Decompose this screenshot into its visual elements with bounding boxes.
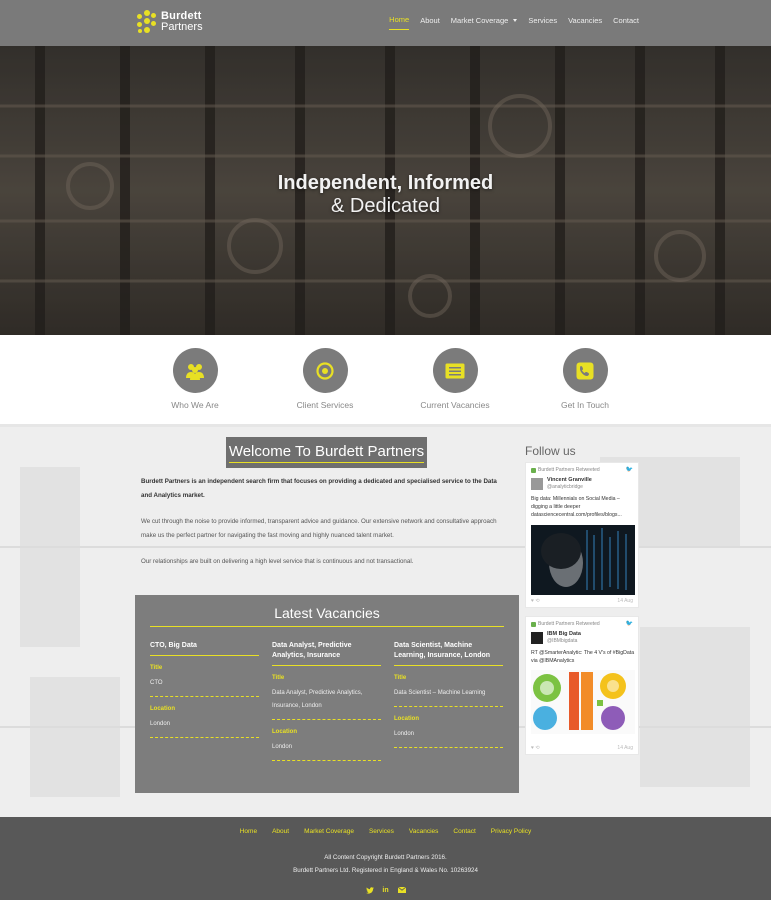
phone-icon: [576, 362, 594, 379]
footer-link-market-coverage[interactable]: Market Coverage: [304, 828, 354, 835]
welcome-title: Welcome To Burdett Partners: [228, 443, 425, 463]
tweet-text: Big data: Millennials on Social Media – …: [531, 496, 622, 518]
vacancy-card[interactable]: CTO, Big Data Title CTO Location London: [150, 641, 259, 738]
copyright-text: All Content Copyright Burdett Partners 2…: [324, 854, 447, 861]
feature-label: Current Vacancies: [420, 400, 490, 410]
nav-vacancies[interactable]: Vacancies: [568, 15, 602, 30]
vacancy-location-value: London: [394, 728, 503, 748]
site-header: Burdett Partners Home About Market Cover…: [0, 0, 771, 46]
footer-copyright: All Content Copyright Burdett Partners 2…: [0, 851, 771, 877]
linkedin-icon[interactable]: in: [382, 886, 390, 894]
tweet-date[interactable]: 14 Aug: [617, 745, 633, 751]
tweet-author-handle[interactable]: @analyticbridge: [547, 484, 583, 490]
vacancy-heading[interactable]: Data Scientist, Machine Learning, Insura…: [394, 641, 503, 666]
hero-title: Independent, Informed: [277, 172, 494, 194]
nav-about[interactable]: About: [420, 15, 440, 30]
vacancy-location-key: Location: [150, 706, 175, 712]
intro-paragraph-3: Our relationships are built on deliverin…: [141, 558, 414, 565]
welcome-heading-box: Welcome To Burdett Partners: [226, 437, 427, 468]
nav-home[interactable]: Home: [389, 15, 410, 30]
vacancy-title-value: Data Scientist – Machine Learning: [394, 687, 503, 707]
vacancy-card[interactable]: Data Scientist, Machine Learning, Insura…: [394, 641, 503, 748]
logo-text-secondary: Partners: [161, 21, 203, 33]
vacancies-title: Latest Vacancies: [150, 605, 504, 627]
main-nav: Home About Market Coverage Services Vaca…: [389, 15, 639, 30]
vacancy-title-value: CTO: [150, 677, 259, 697]
vacancy-title-key: Title: [272, 675, 285, 681]
avatar[interactable]: [531, 632, 543, 644]
vacancy-card[interactable]: Data Analyst, Predictive Analytics, Insu…: [272, 641, 381, 761]
tweet-actions[interactable]: ♥ ⟲: [531, 745, 540, 751]
vacancy-title-key: Title: [150, 665, 163, 671]
retweet-label: Burdett Partners Retweeted: [538, 621, 600, 627]
feature-current-vacancies[interactable]: Current Vacancies: [400, 348, 510, 410]
latest-vacancies-panel: Latest Vacancies CTO, Big Data Title CTO…: [135, 595, 519, 793]
retweet-icon: [531, 621, 536, 627]
hero-banner: Independent, Informed & Dedicated: [0, 46, 771, 335]
vacancy-location-value: London: [272, 741, 381, 761]
tweet-card[interactable]: Burdett Partners Retweeted 🐦 IBM Big Dat…: [525, 616, 639, 755]
users-icon: [186, 363, 204, 380]
footer-link-home[interactable]: Home: [240, 828, 257, 835]
footer-link-vacancies[interactable]: Vacancies: [409, 828, 439, 835]
feature-label: Client Services: [296, 400, 354, 410]
vacancy-location-key: Location: [394, 716, 419, 722]
nav-contact[interactable]: Contact: [613, 15, 639, 30]
footer-link-privacy-policy[interactable]: Privacy Policy: [491, 828, 531, 835]
vacancy-location-key: Location: [272, 729, 297, 735]
tweet-author-handle[interactable]: @IBMbigdata: [547, 638, 577, 644]
tweet-image[interactable]: [531, 525, 635, 595]
vacancy-heading[interactable]: Data Analyst, Predictive Analytics, Insu…: [272, 641, 381, 666]
avatar[interactable]: [531, 478, 543, 490]
tweet-text: RT @SmarterAnalytic: The 4 V's of #BigDa…: [531, 650, 635, 664]
twitter-icon[interactable]: [365, 886, 374, 894]
tweet-author-name[interactable]: IBM Big Data: [547, 631, 581, 637]
list-icon: [445, 363, 465, 378]
feature-strip: Who We Are Client Services Current Vacan…: [0, 335, 771, 427]
vacancy-title-key: Title: [394, 675, 407, 681]
feature-client-services[interactable]: Client Services: [270, 348, 380, 410]
twitter-bird-icon[interactable]: 🐦: [626, 466, 633, 473]
nav-services[interactable]: Services: [528, 15, 557, 30]
social-links: in: [0, 886, 771, 894]
site-footer: Home About Market Coverage Services Vaca…: [0, 817, 771, 900]
tweet-author-name[interactable]: Vincent Granville: [547, 477, 592, 483]
footer-link-contact[interactable]: Contact: [453, 828, 475, 835]
hero-subtitle: & Dedicated: [331, 195, 440, 217]
intro-paragraph-1: Burdett Partners is an independent searc…: [141, 478, 497, 499]
email-icon[interactable]: [397, 886, 406, 894]
vacancy-heading[interactable]: CTO, Big Data: [150, 641, 259, 656]
footer-nav: Home About Market Coverage Services Vaca…: [0, 828, 771, 835]
feature-get-in-touch[interactable]: Get In Touch: [530, 348, 640, 410]
feature-label: Who We Are: [171, 400, 219, 410]
intro-paragraph-2: We cut through the noise to provide info…: [141, 518, 497, 539]
feature-label: Get In Touch: [560, 400, 610, 410]
tweet-actions[interactable]: ♥ ⟲: [531, 598, 540, 604]
footer-link-about[interactable]: About: [272, 828, 289, 835]
tweet-card[interactable]: Burdett Partners Retweeted 🐦 Vincent Gra…: [525, 462, 639, 608]
registration-text: Burdett Partners Ltd. Registered in Engl…: [293, 867, 478, 874]
footer-link-services[interactable]: Services: [369, 828, 394, 835]
intro-text: Burdett Partners is an independent searc…: [141, 475, 506, 582]
feature-who-we-are[interactable]: Who We Are: [140, 348, 250, 410]
chevron-down-icon: [513, 18, 518, 22]
vacancy-location-value: London: [150, 718, 259, 738]
logo-dots-icon: [137, 10, 157, 34]
retweet-label: Burdett Partners Retweeted: [538, 467, 600, 473]
vacancy-title-value: Data Analyst, Predictive Analytics, Insu…: [272, 687, 381, 720]
retweet-icon: [531, 467, 536, 473]
twitter-bird-icon[interactable]: 🐦: [626, 620, 633, 627]
follow-us-heading: Follow us: [525, 444, 576, 458]
tweet-infographic-image[interactable]: [531, 670, 635, 734]
nav-market-coverage[interactable]: Market Coverage: [451, 15, 518, 30]
target-icon: [316, 361, 334, 380]
main-content: Welcome To Burdett Partners Burdett Part…: [0, 427, 771, 817]
logo[interactable]: Burdett Partners: [137, 10, 203, 34]
tweet-date[interactable]: 14 Aug: [617, 598, 633, 604]
